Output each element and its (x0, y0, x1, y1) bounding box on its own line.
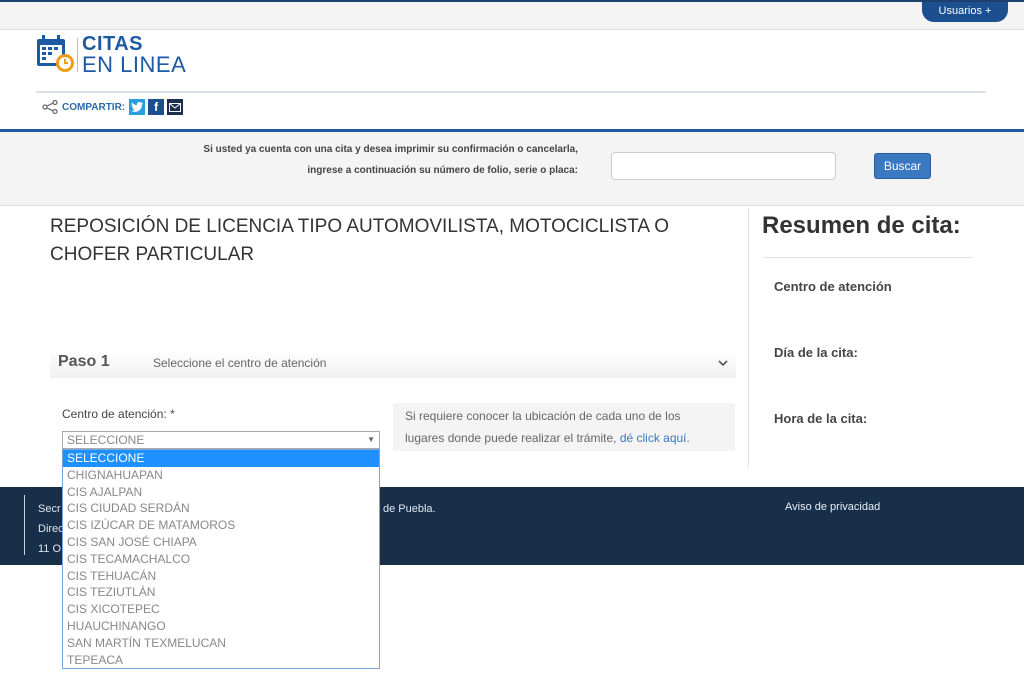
brand-text: CITAS EN LINEA (82, 34, 186, 76)
search-button[interactable]: Buscar (874, 153, 931, 179)
search-instruction-line1: Si usted ya cuenta con una cita y desea … (203, 144, 578, 155)
summary-day-label: Día de la cita: (774, 345, 858, 360)
caret-down-icon: ▼ (367, 435, 375, 444)
center-option[interactable]: CIS IZÚCAR DE MATAMOROS (63, 517, 379, 534)
summary-time-label: Hora de la cita: (774, 411, 868, 426)
calendar-clock-icon (37, 35, 74, 72)
brand-logo[interactable]: CITAS EN LINEA (36, 34, 186, 76)
center-option[interactable]: CHIGNAHUAPAN (63, 467, 379, 484)
chevron-down-icon[interactable] (718, 356, 728, 370)
summary-title: Resumen de cita: (762, 212, 961, 239)
footer-line1-start: Secr (38, 503, 61, 515)
center-option[interactable]: SAN MARTÍN TEXMELUCAN (63, 635, 379, 652)
center-option[interactable]: TEPEACA (63, 652, 379, 669)
center-field-label: Centro de atención: * (62, 407, 175, 421)
footer-line2: Direc (38, 523, 64, 535)
summary-center-label: Centro de atención (774, 279, 892, 294)
center-option[interactable]: CIS SAN JOSÉ CHIAPA (63, 534, 379, 551)
share-icon (42, 100, 58, 114)
step-description: Seleccione el centro de atención (153, 356, 327, 370)
mail-icon[interactable] (167, 99, 184, 115)
share-bar: COMPARTIR: f (42, 98, 186, 116)
page-title: REPOSICIÓN DE LICENCIA TIPO AUTOMOVILIST… (50, 216, 670, 265)
footer-divider (24, 495, 25, 555)
footer-line1-end: de Puebla. (383, 503, 436, 515)
folio-search-input[interactable] (611, 152, 836, 180)
center-option[interactable]: CIS TEZIUTLÁN (63, 584, 379, 601)
center-option[interactable]: HUAUCHINANGO (63, 618, 379, 635)
brand-line1: CITAS (82, 33, 144, 55)
center-select[interactable]: SELECCIONE ▼ (62, 431, 380, 449)
top-bar: Usuarios + (0, 0, 1024, 30)
header-divider (36, 91, 986, 93)
folio-search-band: Si usted ya cuenta con una cita y desea … (0, 129, 1024, 206)
center-option[interactable]: CIS CIUDAD SERDÁN (63, 500, 379, 517)
twitter-icon[interactable] (129, 99, 146, 115)
search-instruction-line2: ingrese a continuación su número de foli… (307, 165, 578, 176)
share-label: COMPARTIR: (62, 101, 126, 113)
location-info-box: Si requiere conocer la ubicación de cada… (393, 403, 735, 451)
center-option[interactable]: CIS XICOTEPEC (63, 601, 379, 618)
users-menu-button[interactable]: Usuarios + (922, 2, 1008, 22)
center-option[interactable]: SELECCIONE (63, 450, 379, 467)
step-1-accordion[interactable]: Paso 1 Seleccione el centro de atención (50, 350, 736, 378)
center-select-value: SELECCIONE (67, 433, 145, 447)
location-info-link[interactable]: dé click aquí. (620, 431, 690, 445)
brand-line2: EN LINEA (82, 52, 187, 77)
center-option[interactable]: CIS TEHUACÁN (63, 568, 379, 585)
summary-title-rule (762, 257, 974, 258)
summary-divider (748, 208, 749, 467)
step-number: Paso 1 (58, 353, 110, 370)
footer-line3: 11 O (38, 543, 62, 555)
privacy-link[interactable]: Aviso de privacidad (785, 501, 880, 513)
center-option[interactable]: CIS TECAMACHALCO (63, 551, 379, 568)
center-option[interactable]: CIS AJALPAN (63, 484, 379, 501)
facebook-icon[interactable]: f (148, 99, 165, 115)
center-options-list[interactable]: SELECCIONE CHIGNAHUAPAN CIS AJALPAN CIS CIU… (62, 449, 380, 669)
brand-separator (77, 38, 78, 72)
